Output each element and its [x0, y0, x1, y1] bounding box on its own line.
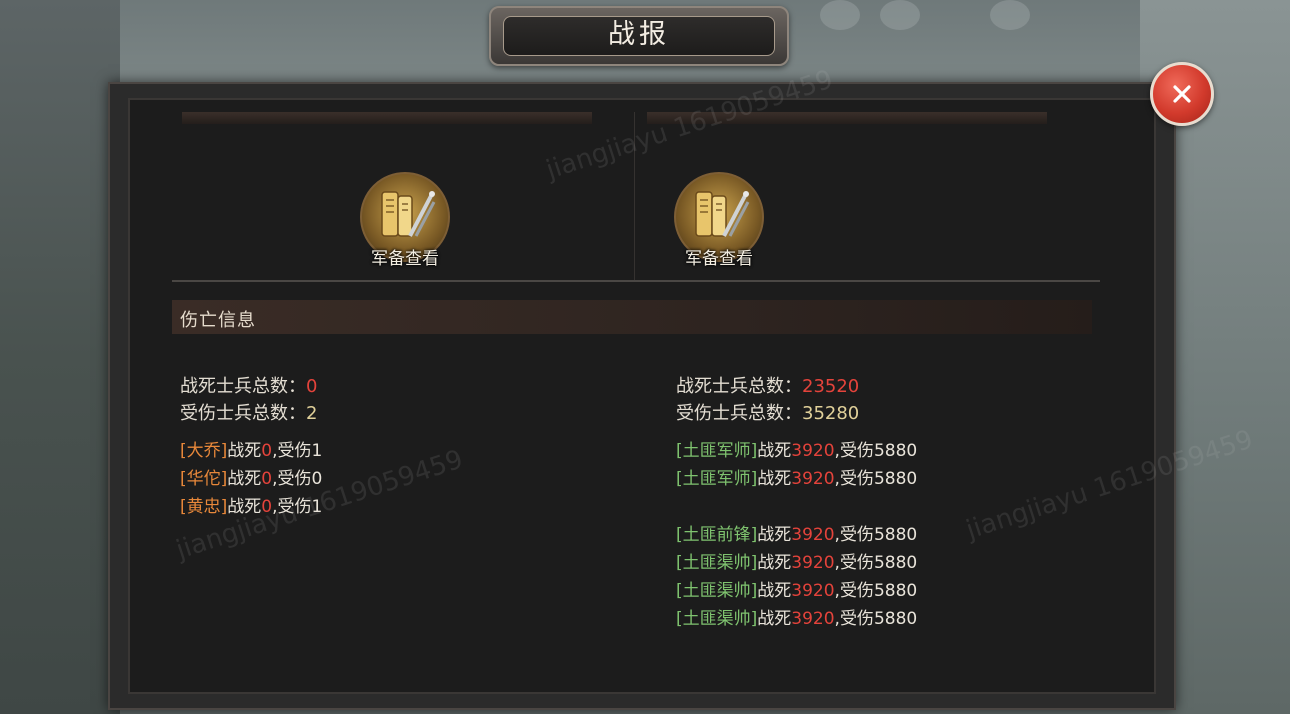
- wounded-label: 受伤: [277, 469, 312, 489]
- army-header-left: [182, 112, 592, 124]
- close-icon: [1173, 85, 1191, 103]
- dead-value: 0: [261, 497, 273, 517]
- army-divider: [634, 112, 635, 280]
- unit-name: [土匪渠帅]: [676, 553, 758, 573]
- right-wounded-total: 受伤士兵总数：35280: [676, 399, 859, 425]
- dead-label: 战死: [227, 469, 262, 489]
- wounded-label: 受伤: [839, 553, 874, 573]
- army-view-section: 军备查看 军备查看: [172, 112, 1100, 282]
- unit-casualty-row: [土匪渠帅]战死3920,受伤5880: [676, 604, 917, 629]
- background-icon: [820, 0, 860, 30]
- dead-value: 3920: [791, 609, 835, 629]
- unit-casualty-row: [土匪军师]战死3920,受伤5880: [676, 436, 917, 461]
- dead-value: 3920: [791, 553, 835, 573]
- dead-label: 战死: [757, 441, 792, 461]
- wounded-value: 1: [311, 441, 323, 461]
- left-dead-total: 战死士兵总数：0: [180, 372, 317, 398]
- wounded-total-label: 受伤士兵总数：: [180, 403, 306, 424]
- dead-value: 3920: [791, 581, 835, 601]
- wounded-value: 5880: [873, 441, 918, 461]
- unit-casualty-row: [土匪前锋]战死3920,受伤5880: [676, 520, 917, 545]
- unit-name: [黄忠]: [180, 497, 228, 517]
- dead-label: 战死: [757, 553, 792, 573]
- casualty-info-title: 伤亡信息: [180, 310, 256, 331]
- dead-label: 战死: [757, 469, 792, 489]
- right-army-view-button[interactable]: 军备查看: [664, 172, 774, 269]
- unit-casualty-row: [华佗]战死0,受伤0: [180, 464, 322, 489]
- wounded-total-label: 受伤士兵总数：: [676, 403, 802, 424]
- dead-value: 0: [261, 469, 273, 489]
- casualty-info-header: 伤亡信息: [172, 300, 1092, 334]
- wounded-value: 0: [311, 469, 323, 489]
- wounded-label: 受伤: [839, 609, 874, 629]
- unit-name: [土匪渠帅]: [676, 581, 758, 601]
- wounded-label: 受伤: [277, 441, 312, 461]
- army-view-label: 军备查看: [685, 249, 753, 269]
- wounded-label: 受伤: [839, 441, 874, 461]
- wounded-label: 受伤: [839, 525, 874, 545]
- left-wounded-total: 受伤士兵总数：2: [180, 399, 317, 425]
- army-header-right: [647, 112, 1047, 124]
- unit-name: [大乔]: [180, 441, 228, 461]
- dead-label: 战死: [227, 497, 262, 517]
- wounded-value: 5880: [873, 581, 918, 601]
- unit-name: [土匪前锋]: [676, 525, 758, 545]
- wounded-value: 5880: [873, 609, 918, 629]
- army-view-label: 军备查看: [371, 249, 439, 269]
- wounded-total-value: 2: [306, 403, 318, 424]
- unit-casualty-row: [土匪渠帅]战死3920,受伤5880: [676, 576, 917, 601]
- dead-label: 战死: [757, 609, 792, 629]
- wounded-value: 1: [311, 497, 323, 517]
- unit-name: [土匪军师]: [676, 469, 758, 489]
- game-background-left: [0, 0, 120, 714]
- dead-value: 3920: [791, 469, 835, 489]
- dead-label: 战死: [757, 525, 792, 545]
- close-button[interactable]: [1150, 62, 1214, 126]
- wounded-label: 受伤: [277, 497, 312, 517]
- wounded-total-value: 35280: [802, 403, 860, 424]
- dead-value: 3920: [791, 525, 835, 545]
- background-icon: [990, 0, 1030, 30]
- dead-total-label: 战死士兵总数：: [180, 376, 306, 397]
- background-icon: [880, 0, 920, 30]
- unit-name: [土匪军师]: [676, 441, 758, 461]
- wounded-value: 5880: [873, 469, 918, 489]
- dead-value: 3920: [791, 441, 835, 461]
- unit-casualty-row: [大乔]战死0,受伤1: [180, 436, 322, 461]
- right-dead-total: 战死士兵总数：23520: [676, 372, 859, 398]
- wounded-value: 5880: [873, 553, 918, 573]
- dead-label: 战死: [757, 581, 792, 601]
- left-army-view-button[interactable]: 军备查看: [350, 172, 460, 269]
- unit-name: [土匪渠帅]: [676, 609, 758, 629]
- dead-label: 战死: [227, 441, 262, 461]
- dead-total-value: 0: [306, 376, 318, 397]
- dead-total-label: 战死士兵总数：: [676, 376, 802, 397]
- unit-casualty-row: [土匪军师]战死3920,受伤5880: [676, 464, 917, 489]
- page-title: 战报: [503, 16, 775, 56]
- title-plaque: 战报: [489, 6, 789, 66]
- dead-total-value: 23520: [802, 376, 860, 397]
- unit-name: [华佗]: [180, 469, 228, 489]
- wounded-label: 受伤: [839, 581, 874, 601]
- unit-casualty-row: [土匪渠帅]战死3920,受伤5880: [676, 548, 917, 573]
- unit-casualty-row: [黄忠]战死0,受伤1: [180, 492, 322, 517]
- dead-value: 0: [261, 441, 273, 461]
- wounded-label: 受伤: [839, 469, 874, 489]
- wounded-value: 5880: [873, 525, 918, 545]
